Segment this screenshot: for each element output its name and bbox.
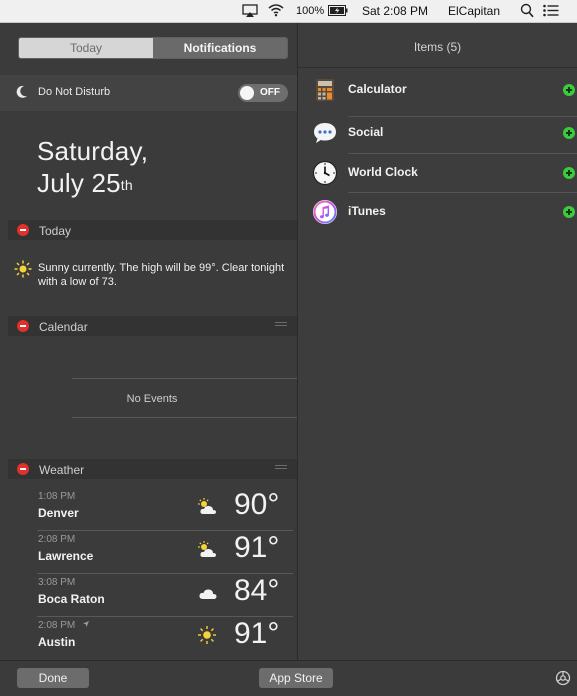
menu-bar: 100% Sat 2:08 PM ElCapitan <box>0 0 577 23</box>
weather-temperature: 90° <box>234 488 280 521</box>
toggle-knob <box>240 86 254 100</box>
weather-city: Denver <box>38 506 79 520</box>
bottom-bar: Done App Store <box>0 660 577 696</box>
add-item-icon[interactable] <box>563 84 575 96</box>
weather-time: 1:08 PM <box>38 491 76 502</box>
weather-row[interactable]: 2:08 PM Austin 91° <box>37 617 293 659</box>
today-widget-title: Today <box>39 224 72 238</box>
menubar-clock[interactable]: Sat 2:08 PM <box>362 3 428 19</box>
battery-percent: 100% <box>296 5 325 17</box>
item-name: Calculator <box>348 82 407 96</box>
toggle-state-label: OFF <box>260 87 280 98</box>
partly-cloudy-icon <box>197 541 219 564</box>
spotlight-search-icon[interactable] <box>520 3 534 19</box>
battery-icon[interactable] <box>328 5 348 21</box>
item-row-world-clock[interactable]: World Clock <box>298 154 577 192</box>
location-arrow-icon <box>82 620 90 631</box>
do-not-disturb-row: Do Not Disturb OFF <box>0 75 297 111</box>
weather-city: Boca Raton <box>38 592 105 606</box>
airplay-icon[interactable] <box>242 4 258 20</box>
sun-icon <box>14 260 32 283</box>
remove-today-widget-icon[interactable] <box>17 224 29 236</box>
add-item-icon[interactable] <box>563 167 575 179</box>
today-widget-header: Today <box>8 220 297 240</box>
calendar-widget-title: Calendar <box>39 320 88 334</box>
do-not-disturb-label: Do Not Disturb <box>38 86 111 98</box>
menubar-user[interactable]: ElCapitan <box>448 3 500 19</box>
done-button[interactable]: Done <box>17 668 89 688</box>
today-notifications-segmented-control: Today Notifications <box>18 37 288 59</box>
calculator-icon <box>312 77 338 103</box>
weather-row[interactable]: 1:08 PM Denver 90° <box>37 488 293 530</box>
weather-city: Lawrence <box>38 549 94 563</box>
today-summary-text: Sunny currently. The high will be 99°. C… <box>38 262 285 288</box>
notification-center-icon[interactable] <box>543 4 559 20</box>
items-count-title: Items (5) <box>413 40 462 54</box>
tab-notifications[interactable]: Notifications <box>153 38 287 58</box>
wifi-icon[interactable] <box>268 3 284 19</box>
weather-temperature: 91° <box>234 617 280 650</box>
social-icon <box>312 120 338 146</box>
date-month-day-line: July 25th <box>37 167 148 199</box>
item-row-social[interactable]: Social <box>298 114 577 152</box>
weather-widget-header: Weather <box>8 459 297 479</box>
items-header-divider <box>298 67 577 68</box>
cloud-icon <box>197 584 219 607</box>
today-summary: Sunny currently. The high will be 99°. C… <box>14 260 294 301</box>
drag-handle-icon[interactable] <box>275 322 287 329</box>
add-item-icon[interactable] <box>563 127 575 139</box>
add-item-icon[interactable] <box>563 206 575 218</box>
calendar-divider <box>72 378 297 379</box>
item-name: iTunes <box>348 204 386 218</box>
drag-handle-icon[interactable] <box>275 465 287 472</box>
weather-time: 2:08 PM <box>38 620 76 632</box>
item-row-itunes[interactable]: iTunes <box>298 193 577 231</box>
item-name: World Clock <box>348 165 418 179</box>
remove-weather-widget-icon[interactable] <box>17 463 29 475</box>
date-ordinal-suffix: th <box>120 177 133 193</box>
weather-time-line: 2:08 PM <box>38 620 90 631</box>
items-panel: Items (5) Calculator Social World Clock … <box>298 23 577 660</box>
settings-gear-icon[interactable] <box>555 670 571 691</box>
itunes-icon <box>312 199 338 225</box>
sunny-icon <box>197 625 217 650</box>
item-name: Social <box>348 125 384 139</box>
weather-temperature: 91° <box>234 531 280 564</box>
calendar-widget-header: Calendar <box>8 316 297 336</box>
weather-time: 3:08 PM <box>38 577 76 588</box>
weather-city: Austin <box>38 635 76 649</box>
date-month-day: July 25 <box>37 168 121 198</box>
moon-icon <box>16 85 28 104</box>
current-date: Saturday, July 25th <box>37 135 148 199</box>
item-row-calculator[interactable]: Calculator <box>298 71 577 109</box>
no-events-text: No Events <box>126 393 178 405</box>
world-clock-icon <box>312 160 338 186</box>
notification-center-left-panel: Today Notifications Do Not Disturb OFF S… <box>0 23 298 660</box>
do-not-disturb-toggle[interactable]: OFF <box>238 84 288 102</box>
weather-widget-title: Weather <box>39 463 85 477</box>
weather-row[interactable]: 2:08 PM Lawrence 91° <box>37 531 293 573</box>
partly-cloudy-icon <box>197 498 219 521</box>
weather-row[interactable]: 3:08 PM Boca Raton 84° <box>37 574 293 616</box>
app-store-button[interactable]: App Store <box>259 668 333 688</box>
tab-today[interactable]: Today <box>19 38 153 58</box>
weather-temperature: 84° <box>234 574 280 607</box>
date-weekday: Saturday, <box>37 136 149 166</box>
remove-calendar-widget-icon[interactable] <box>17 320 29 332</box>
weather-time: 2:08 PM <box>38 534 76 545</box>
calendar-divider <box>72 417 297 418</box>
